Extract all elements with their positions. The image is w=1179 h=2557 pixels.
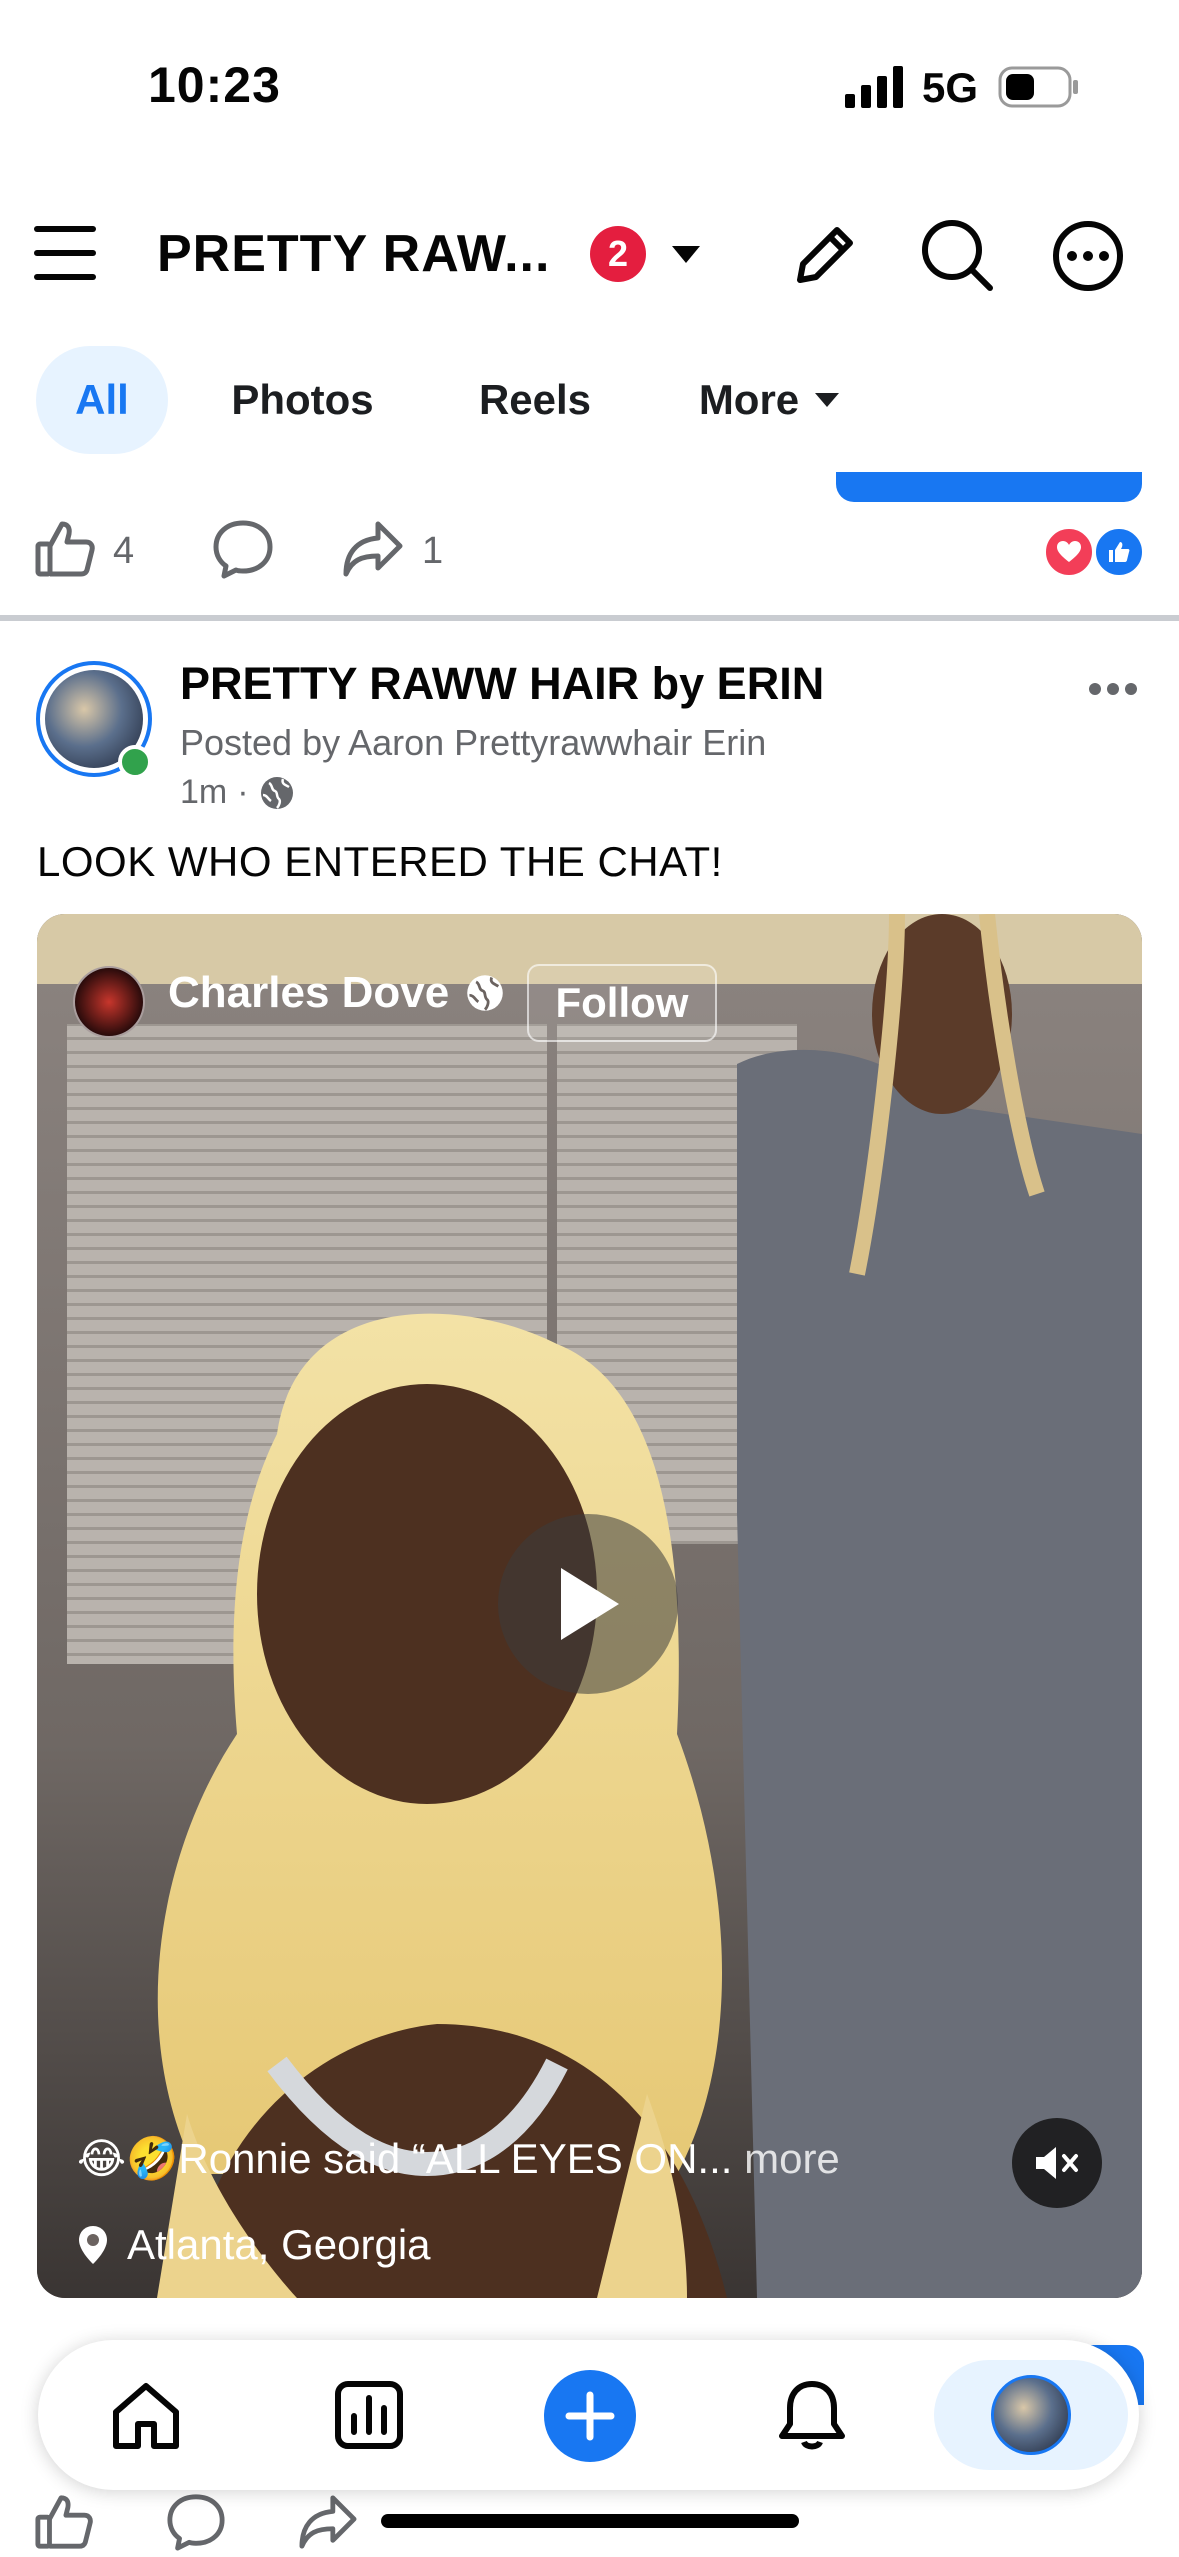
tab-photos[interactable]: Photos [200, 346, 405, 454]
status-time: 10:23 [148, 57, 281, 113]
share-count: 1 [422, 530, 444, 572]
menu-icon[interactable] [34, 224, 96, 287]
home-icon [113, 2383, 179, 2449]
battery-icon [998, 66, 1080, 113]
video-player[interactable]: Charles Dove Follow 😂🤣Ronnie said “ALL E… [37, 914, 1142, 2298]
like-icon[interactable] [34, 518, 96, 585]
video-creator-name[interactable]: Charles Dove [168, 968, 505, 1018]
see-more-link[interactable]: more [744, 2135, 840, 2182]
mute-button[interactable] [1012, 2118, 1102, 2208]
creator-name-label: Charles Dove [168, 968, 450, 1017]
notification-badge: 2 [590, 226, 646, 282]
share-icon[interactable] [298, 2494, 358, 2555]
posted-by[interactable]: Posted by Aaron Prettyrawwhair Erin [180, 722, 766, 764]
create-post-button[interactable] [544, 2370, 636, 2462]
like-reaction-icon [1094, 527, 1144, 577]
signal-icon [845, 66, 905, 113]
post-divider [0, 615, 1179, 621]
video-location[interactable]: Atlanta, Georgia [127, 2221, 431, 2269]
chart-icon [335, 2381, 403, 2449]
reaction-icons[interactable] [1044, 527, 1144, 577]
nav-profile[interactable] [934, 2360, 1128, 2470]
tab-more[interactable]: More [660, 346, 880, 454]
nav-notifications[interactable] [778, 2378, 846, 2457]
comment-icon[interactable] [212, 518, 274, 585]
overlay-caption-text: 😂🤣Ronnie said “ALL EYES ON... [77, 2135, 733, 2182]
more-options-icon[interactable] [1052, 220, 1124, 297]
like-icon[interactable] [34, 2492, 94, 2557]
network-type: 5G [922, 64, 979, 111]
online-status-dot [118, 745, 152, 779]
post-author[interactable]: PRETTY RAWW HAIR by ERIN [180, 658, 824, 710]
play-button[interactable] [498, 1514, 678, 1694]
home-indicator [381, 2514, 799, 2528]
speaker-muted-icon [1036, 2147, 1078, 2179]
plus-icon [565, 2391, 615, 2441]
creator-avatar[interactable] [73, 966, 145, 1038]
comment-icon[interactable] [166, 2492, 226, 2557]
pencil-icon[interactable] [790, 220, 860, 295]
location-pin-icon [77, 2224, 109, 2271]
love-reaction-icon [1044, 527, 1094, 577]
play-icon [561, 1568, 619, 1640]
post-caption: LOOK WHO ENTERED THE CHAT! [37, 838, 723, 885]
group-title[interactable]: PRETTY RAW... [157, 224, 550, 284]
follow-button[interactable]: Follow [527, 964, 717, 1042]
video-overlay-caption[interactable]: 😂🤣Ronnie said “ALL EYES ON... more [77, 2134, 840, 2184]
nav-insights[interactable] [334, 2380, 404, 2455]
post-more-icon[interactable] [1088, 682, 1138, 701]
bottom-nav [38, 2340, 1139, 2490]
previous-post-button[interactable] [836, 472, 1142, 502]
tab-all[interactable]: All [36, 346, 168, 454]
tab-reels[interactable]: Reels [440, 346, 630, 454]
search-icon[interactable] [920, 218, 994, 297]
globe-icon [260, 776, 293, 809]
tab-label: All [75, 376, 129, 423]
tab-label: Photos [231, 376, 374, 423]
profile-avatar [991, 2375, 1071, 2455]
tab-label: Reels [478, 376, 592, 423]
post-meta: 1m · [180, 773, 295, 812]
globe-icon [467, 975, 504, 1011]
bell-icon [779, 2381, 845, 2450]
nav-home[interactable] [110, 2380, 182, 2457]
chevron-down-icon [815, 393, 840, 407]
post-time[interactable]: 1m [180, 773, 227, 812]
tab-label: More [698, 376, 800, 423]
separator-dot: · [237, 773, 249, 811]
share-icon[interactable] [342, 520, 404, 583]
chevron-down-icon[interactable] [670, 244, 702, 271]
like-count: 4 [113, 530, 135, 572]
